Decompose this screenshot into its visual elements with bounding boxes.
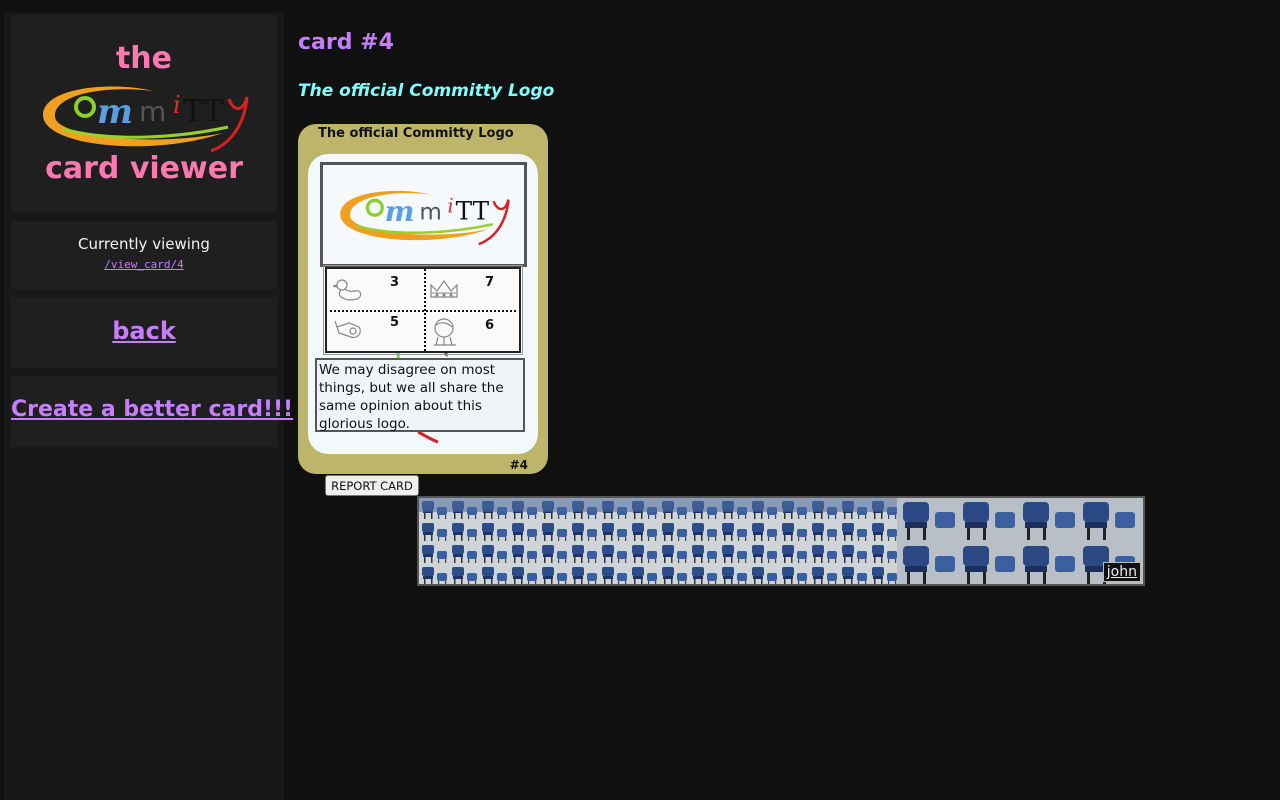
stat-value: 6: [485, 318, 495, 333]
sidebar: the m m i TT card viewer Currently viewi…: [4, 12, 293, 800]
card-description: We may disagree on most things, but we a…: [315, 358, 525, 432]
title-card-viewer: card viewer: [45, 151, 243, 186]
stat-value: 3: [390, 275, 400, 290]
committy-logo: m m i TT: [340, 190, 510, 246]
card-logo-box: m m i TT: [320, 162, 527, 267]
current-path-link[interactable]: /view_card/4: [11, 258, 277, 271]
create-card-link[interactable]: Create a better card!!!: [11, 397, 293, 422]
banner-user-link[interactable]: john: [1102, 562, 1141, 582]
logo-panel: the m m i TT card viewer: [11, 15, 277, 212]
card-inner: m m i TT 3 7 5 6 We may disagree on most…: [308, 154, 538, 454]
crown-icon: [430, 279, 458, 298]
svg-text:m: m: [419, 199, 442, 225]
back-link[interactable]: back: [11, 317, 277, 345]
title-the: the: [115, 41, 173, 76]
card-subtitle: The official Committy Logo: [298, 81, 555, 101]
svg-text:m: m: [97, 92, 133, 132]
create-panel: Create a better card!!!: [11, 376, 293, 447]
currently-viewing-label: Currently viewing: [78, 235, 210, 253]
stat-value: 5: [390, 315, 400, 330]
committy-logo: m m i TT: [43, 86, 249, 153]
stats-divider-horizontal: [330, 310, 516, 312]
currently-viewing-panel: Currently viewing /view_card/4: [11, 221, 277, 289]
chairs-image: [419, 498, 1143, 584]
report-card-button[interactable]: REPORT CARD: [325, 475, 419, 496]
pudding-icon: [434, 318, 456, 346]
svg-text:TT: TT: [456, 196, 490, 225]
duck-icon: [333, 279, 362, 301]
svg-text:m: m: [139, 95, 166, 128]
card-heading: card #4: [298, 30, 394, 55]
stats-grid: 3 7 5 6: [323, 265, 523, 355]
back-panel: back: [11, 297, 277, 368]
svg-text:TT: TT: [183, 94, 224, 129]
svg-text:i: i: [173, 91, 181, 119]
whistle-icon: [334, 320, 361, 338]
svg-text:i: i: [447, 195, 453, 218]
stat-value: 7: [485, 275, 495, 290]
svg-text:m: m: [385, 195, 415, 228]
card-number: #4: [509, 458, 528, 472]
card-name: The official Committy Logo: [318, 126, 514, 141]
banner-image: john: [417, 496, 1145, 586]
card: The official Committy Logo m m i TT 3 7 …: [298, 124, 548, 474]
